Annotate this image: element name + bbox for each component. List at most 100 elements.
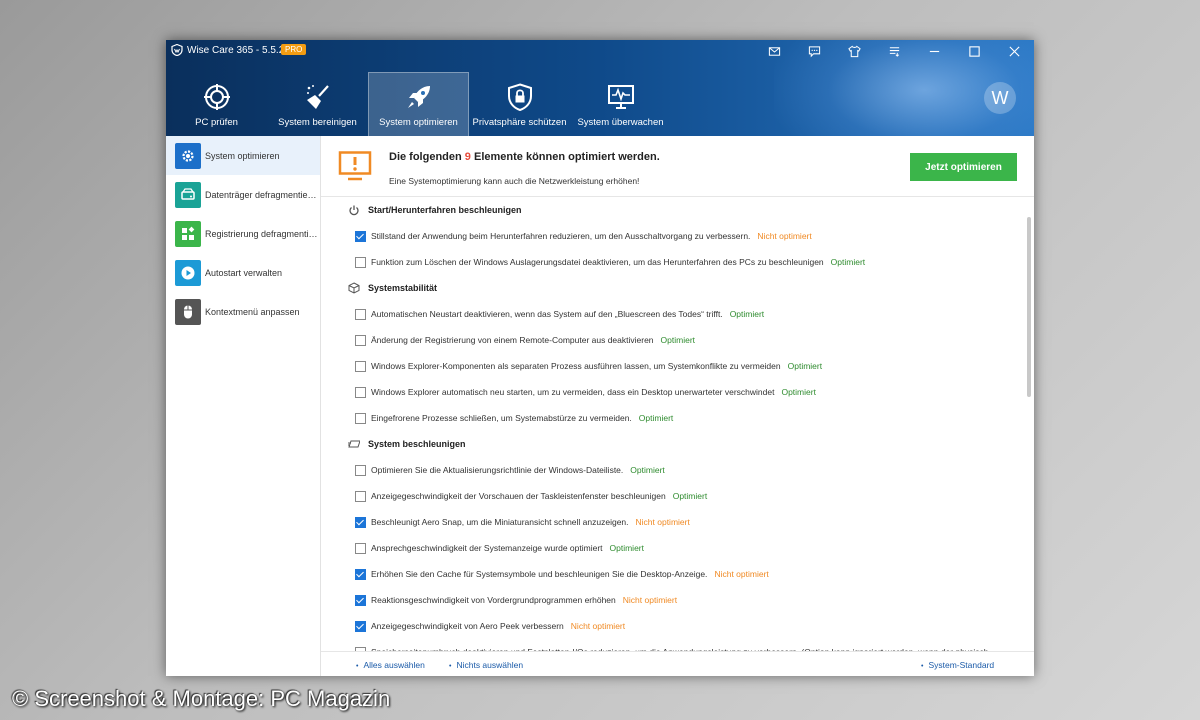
menu-icon[interactable] xyxy=(874,40,914,62)
sidebar-item-registrierung[interactable]: Registrierung defragmenti… xyxy=(166,214,320,253)
item-checkbox[interactable] xyxy=(355,360,366,372)
optimize-now-button[interactable]: Jetzt optimieren xyxy=(910,153,1017,181)
app-window: Wise Care 365 - 5.5.2 PRO PC prüfen Syst… xyxy=(166,40,1034,676)
item-checkbox[interactable] xyxy=(355,568,366,580)
tab-privatsphaere-schuetzen[interactable]: Privatsphäre schützen xyxy=(469,72,570,136)
sidebar-item-label: Autostart verwalten xyxy=(205,267,283,278)
minimize-icon[interactable] xyxy=(914,40,954,62)
tab-system-ueberwachen[interactable]: System überwachen xyxy=(570,72,671,136)
tab-label: System bereinigen xyxy=(278,117,357,128)
item-checkbox[interactable] xyxy=(355,516,366,528)
shield-lock-icon xyxy=(507,83,532,111)
tab-pc-pruefen[interactable]: PC prüfen xyxy=(166,72,267,136)
item-text: Anzeigegeschwindigkeit der Vorschauen de… xyxy=(371,491,666,501)
list-item: Automatischen Neustart deaktivieren, wen… xyxy=(321,301,1024,327)
item-checkbox[interactable] xyxy=(355,490,366,502)
item-text: Anzeigegeschwindigkeit von Aero Peek ver… xyxy=(371,621,564,631)
item-checkbox[interactable] xyxy=(355,594,366,606)
sidebar-item-label: System optimieren xyxy=(205,150,280,161)
optimization-list: Start/Herunterfahren beschleunigen Stills… xyxy=(321,197,1024,651)
optimization-banner: Die folgenden 9 Elemente können optimier… xyxy=(321,136,1034,197)
item-checkbox[interactable] xyxy=(355,542,366,554)
item-text: Reaktionsgeschwindigkeit von Vordergrund… xyxy=(371,595,616,605)
item-text: Stillstand der Anwendung beim Herunterfa… xyxy=(371,231,751,241)
pro-badge: PRO xyxy=(281,44,307,55)
section-header: Systemstabilität xyxy=(321,275,1024,301)
list-item: Erhöhen Sie den Cache für Systemsymbole … xyxy=(321,561,1024,587)
select-all-link[interactable]: Alles auswählen xyxy=(356,660,424,670)
monitor-pulse-icon xyxy=(607,85,634,109)
list-item: Reaktionsgeschwindigkeit von Vordergrund… xyxy=(321,587,1024,613)
item-text: Windows Explorer automatisch neu starten… xyxy=(371,387,775,397)
status-label: Optimiert xyxy=(638,413,674,423)
list-item: Funktion zum Löschen der Windows Auslage… xyxy=(321,249,1024,275)
feedback-icon[interactable] xyxy=(794,40,834,62)
item-checkbox[interactable] xyxy=(355,256,366,268)
list-item: Stillstand der Anwendung beim Herunterfa… xyxy=(321,223,1024,249)
scrollbar[interactable] xyxy=(1026,197,1032,651)
scroll-thumb[interactable] xyxy=(1027,217,1031,397)
rocket-icon xyxy=(407,86,430,108)
gear-icon xyxy=(175,142,201,169)
item-checkbox[interactable] xyxy=(355,308,366,320)
registry-icon xyxy=(175,220,201,247)
maximize-icon[interactable] xyxy=(954,40,994,62)
sidebar-item-kontextmenue[interactable]: Kontextmenü anpassen xyxy=(166,292,320,331)
section-header: Start/Herunterfahren beschleunigen xyxy=(321,197,1024,223)
list-item: Speicherseitenumbruch deaktivieren und F… xyxy=(321,639,1024,651)
item-text: Änderung der Registrierung von einem Rem… xyxy=(371,335,654,345)
item-checkbox[interactable] xyxy=(355,334,366,346)
mouse-icon xyxy=(175,298,201,325)
sidebar-item-label: Registrierung defragmenti… xyxy=(205,228,318,239)
item-text: Beschleunigt Aero Snap, um die Miniatura… xyxy=(371,517,629,527)
item-text: Ansprechgeschwindigkeit der Systemanzeig… xyxy=(371,543,603,553)
close-icon[interactable] xyxy=(994,40,1034,62)
sidebar-item-label: Kontextmenü anpassen xyxy=(205,306,300,317)
item-checkbox[interactable] xyxy=(355,620,366,632)
sidebar-item-autostart[interactable]: Autostart verwalten xyxy=(166,253,320,292)
broom-icon xyxy=(306,85,329,109)
list-item: Ansprechgeschwindigkeit der Systemanzeig… xyxy=(321,535,1024,561)
section-title: Start/Herunterfahren beschleunigen xyxy=(368,205,522,215)
app-title: Wise Care 365 - 5.5.2 xyxy=(187,45,285,56)
tab-label: Privatsphäre schützen xyxy=(472,117,567,128)
status-label: Nicht optimiert xyxy=(622,595,678,605)
section-title: System beschleunigen xyxy=(368,439,466,449)
status-label: Nicht optimiert xyxy=(714,569,769,579)
sidebar-item-system-optimieren[interactable]: System optimieren xyxy=(166,136,320,175)
item-checkbox[interactable] xyxy=(355,412,366,424)
item-text: Automatischen Neustart deaktivieren, wen… xyxy=(371,309,723,319)
avatar[interactable]: W xyxy=(984,82,1016,114)
play-icon xyxy=(175,259,201,286)
system-default-link[interactable]: System-Standard xyxy=(921,660,994,670)
item-checkbox[interactable] xyxy=(355,464,366,476)
mail-icon[interactable] xyxy=(754,40,794,62)
status-label: Optimiert xyxy=(630,465,665,475)
list-item: Anzeigegeschwindigkeit der Vorschauen de… xyxy=(321,483,1024,509)
item-text: Optimieren Sie die Aktualisierungsrichtl… xyxy=(371,465,624,475)
item-text: Funktion zum Löschen der Windows Auslage… xyxy=(371,257,824,267)
list-item: Eingefrorene Prozesse schließen, um Syst… xyxy=(321,405,1024,431)
sidebar: System optimieren Datenträger defragment… xyxy=(166,136,321,676)
item-checkbox[interactable] xyxy=(355,230,366,242)
skin-icon[interactable] xyxy=(834,40,874,62)
list-item: Windows Explorer-Komponenten als separat… xyxy=(321,353,1024,379)
status-label: Optimiert xyxy=(781,387,816,397)
status-label: Optimiert xyxy=(660,335,696,345)
status-label: Optimiert xyxy=(672,491,708,501)
sidebar-item-datentraeger[interactable]: Datenträger defragmentie… xyxy=(166,175,320,214)
titlebar: Wise Care 365 - 5.5.2 PRO xyxy=(166,40,1034,62)
select-none-link[interactable]: Nichts auswählen xyxy=(449,660,523,670)
item-text: Erhöhen Sie den Cache für Systemsymbole … xyxy=(371,569,708,579)
tab-system-bereinigen[interactable]: System bereinigen xyxy=(267,72,368,136)
status-label: Optimiert xyxy=(787,361,823,371)
target-icon xyxy=(203,84,230,110)
section-header: System beschleunigen xyxy=(321,431,1024,457)
tab-label: System überwachen xyxy=(577,117,664,128)
status-label: Optimiert xyxy=(729,309,765,319)
item-checkbox[interactable] xyxy=(355,386,366,398)
power-icon xyxy=(349,205,359,216)
list-item: Anzeigegeschwindigkeit von Aero Peek ver… xyxy=(321,613,1024,639)
tab-system-optimieren[interactable]: System optimieren xyxy=(368,72,469,136)
header: Wise Care 365 - 5.5.2 PRO PC prüfen Syst… xyxy=(166,40,1034,136)
